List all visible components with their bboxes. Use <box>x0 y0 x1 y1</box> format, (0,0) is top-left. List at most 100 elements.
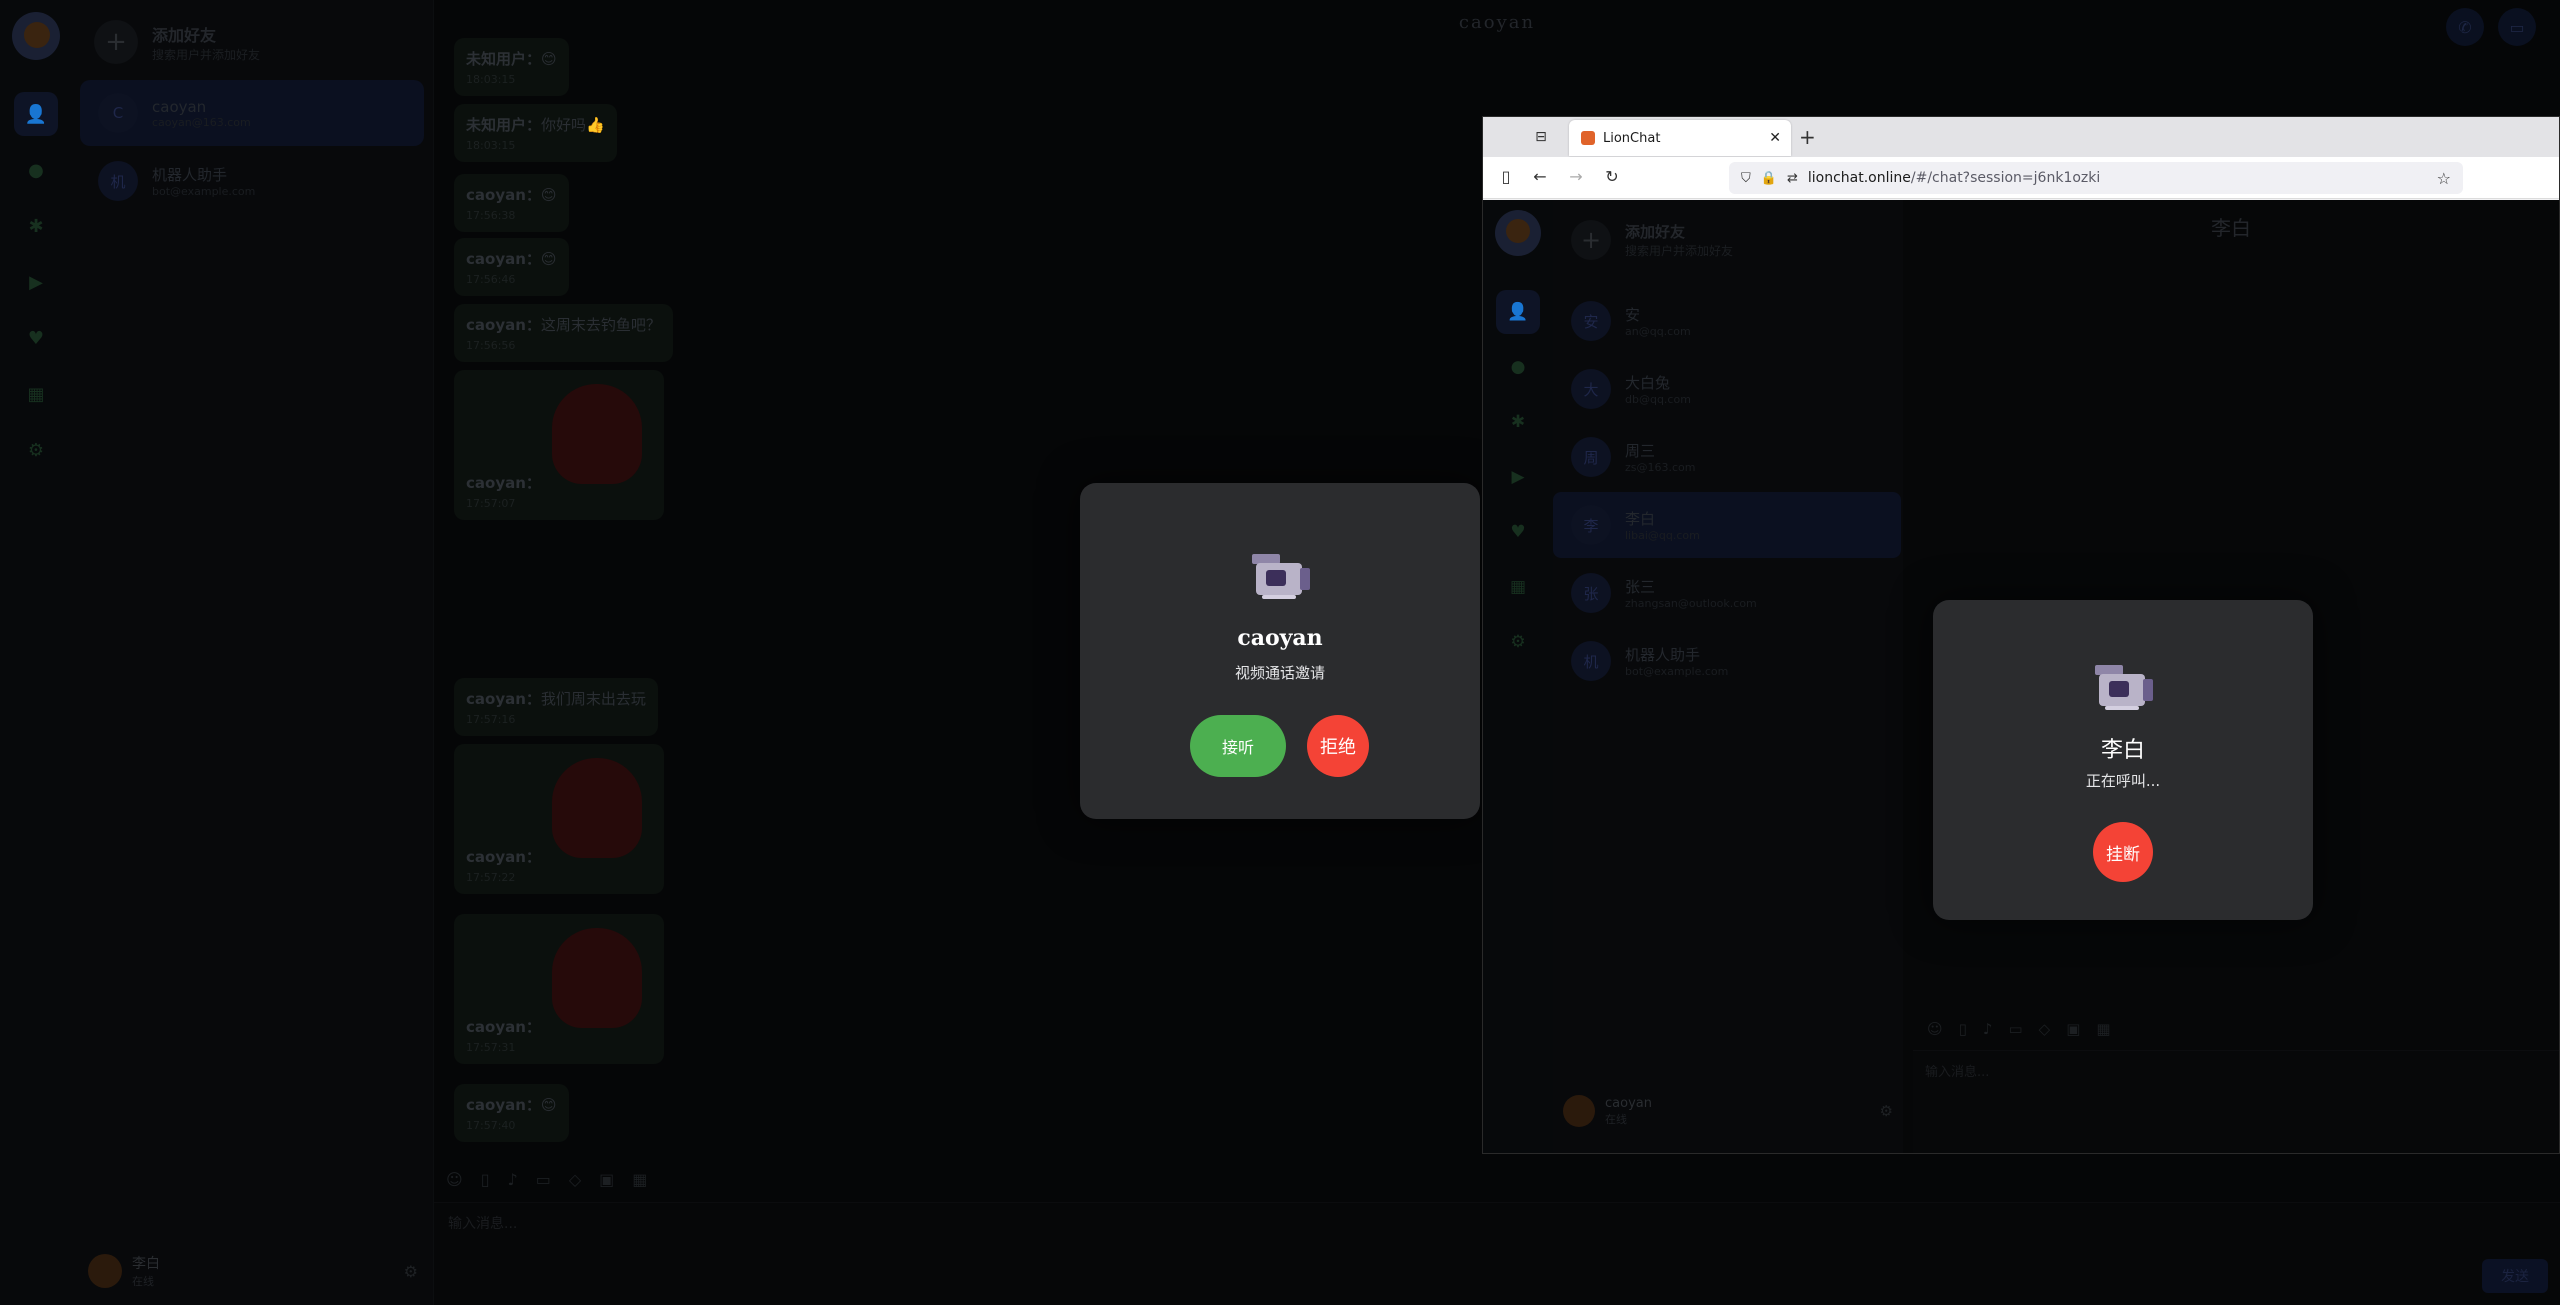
forward-icon[interactable]: → <box>1565 167 1587 186</box>
calendar-icon[interactable]: ▦ <box>2096 1020 2110 1038</box>
current-user-name: 李白 <box>132 1256 160 1272</box>
message-time: 18:03:15 <box>466 139 516 152</box>
message-bubble: caoyan：😊 17:56:46 <box>454 238 569 296</box>
favicon-icon <box>1581 131 1595 145</box>
plus-icon: + <box>1571 220 1611 260</box>
nav-play-icon[interactable]: ▶ <box>14 260 58 304</box>
browser-tab[interactable]: LionChat ✕ <box>1569 120 1791 156</box>
message-sender: caoyan： <box>466 316 541 334</box>
video-icon[interactable]: ▭ <box>2008 1020 2022 1038</box>
video-call-icon[interactable]: ▭ <box>2498 8 2536 46</box>
nav-calendar-icon[interactable]: ▦ <box>14 372 58 416</box>
add-friend-button[interactable]: + 添加好友 搜索用户并添加好友 <box>1571 220 1733 260</box>
nav-contacts-icon[interactable]: 👤 <box>14 92 58 136</box>
lock-icon[interactable]: 🔒 <box>1761 171 1777 186</box>
message-sender: caoyan： <box>466 690 541 708</box>
contact-email: zhangsan@outlook.com <box>1625 597 1757 610</box>
nav-settings-icon[interactable]: ⚙ <box>14 428 58 472</box>
message-bubble: caoyan：😊 17:57:40 <box>454 1084 569 1142</box>
contact-item[interactable]: 机 机器人助手 bot@example.com <box>1553 628 1901 694</box>
add-friend-button[interactable]: + 添加好友 搜索用户并添加好友 <box>94 20 260 64</box>
tag-icon[interactable]: ◇ <box>569 1170 581 1189</box>
current-user-status: 在线 <box>1605 1112 1627 1126</box>
reject-call-button[interactable]: 拒绝 <box>1307 715 1369 777</box>
image-icon[interactable]: ▣ <box>2066 1020 2080 1038</box>
app-logo <box>1495 210 1541 256</box>
sticker-message: caoyan： 17:57:07 <box>454 370 664 520</box>
contact-email: bot@example.com <box>152 185 256 198</box>
bookmark-star-icon[interactable]: ☆ <box>2437 169 2451 188</box>
contact-item[interactable]: 周 周三 zs@163.com <box>1553 424 1901 490</box>
current-user: 李白在线 ⚙ <box>88 1253 418 1289</box>
chat-title: 李白 <box>2211 216 2251 240</box>
gear-icon[interactable]: ⚙ <box>404 1262 418 1281</box>
nav-robot-icon[interactable]: ● <box>1496 345 1540 389</box>
microphone-icon[interactable]: ♪ <box>1983 1020 1993 1038</box>
emoji-icon[interactable]: ☺ <box>446 1170 463 1189</box>
contact-name: 安 <box>1625 306 1641 324</box>
image-icon[interactable]: ▣ <box>599 1170 614 1189</box>
message-composer[interactable]: 输入消息... <box>1913 1050 2559 1153</box>
browser-viewport: 👤 ● ✱ ▶ ♥ ▦ ⚙ + 添加好友 搜索用户并添加好友 安 安 an@qq.c… <box>1483 200 2559 1153</box>
file-icon[interactable]: ▯ <box>1959 1020 1967 1038</box>
close-tab-icon[interactable]: ✕ <box>1769 130 1781 146</box>
nav-robot-icon[interactable]: ● <box>14 148 58 192</box>
chat-title: caoyan <box>1458 12 1536 33</box>
nav-settings-icon[interactable]: ⚙ <box>1496 620 1540 664</box>
calendar-icon[interactable]: ▦ <box>632 1170 647 1189</box>
message-text: 我们周末出去玩 <box>540 690 646 708</box>
message-composer[interactable]: 输入消息... 发送 <box>434 1202 2560 1305</box>
sticker-message: caoyan： 17:57:31 <box>454 914 664 1064</box>
nav-heart-icon[interactable]: ♥ <box>14 316 58 360</box>
address-bar[interactable]: ⛉ 🔒 ⇄ lionchat.online/#/chat?session=j6n… <box>1729 162 2463 194</box>
message-time: 17:56:46 <box>466 273 516 286</box>
avatar: 周 <box>1571 437 1611 477</box>
message-text: 这周末去钓鱼吧？ <box>540 316 661 334</box>
gear-icon[interactable]: ⚙ <box>1880 1102 1893 1120</box>
file-icon[interactable]: ▯ <box>481 1170 490 1189</box>
nav-pinwheel-icon[interactable]: ✱ <box>1496 400 1540 444</box>
browser-toolbar: ▯ ← → ↻ ⛉ 🔒 ⇄ lionchat.online/#/chat?ses… <box>1483 157 2559 199</box>
contact-item[interactable]: C caoyan caoyan@163.com <box>80 80 424 146</box>
voice-call-icon[interactable]: ✆ <box>2446 8 2484 46</box>
tab-list-icon[interactable]: ⊟ <box>1531 128 1551 146</box>
current-user-status: 在线 <box>132 1275 154 1288</box>
contact-item[interactable]: 大 大白兔 db@qq.com <box>1553 356 1901 422</box>
nav-pinwheel-icon[interactable]: ✱ <box>14 204 58 248</box>
nav-calendar-icon[interactable]: ▦ <box>1496 565 1540 609</box>
contact-item[interactable]: 安 安 an@qq.com <box>1553 288 1901 354</box>
hangup-button[interactable]: 挂断 <box>2093 822 2153 882</box>
message-text: 😊 <box>540 1096 557 1114</box>
avatar: 机 <box>98 161 138 201</box>
shield-icon[interactable]: ⛉ <box>1741 171 1751 186</box>
tag-icon[interactable]: ◇ <box>2039 1020 2051 1038</box>
message-bubble: caoyan：我们周末出去玩 17:57:16 <box>454 678 658 736</box>
contact-name: 机器人助手 <box>1625 646 1701 664</box>
back-icon[interactable]: ← <box>1529 167 1551 186</box>
nav-rail: 👤 ● ✱ ▶ ♥ ▦ ⚙ <box>1483 200 1553 1153</box>
avatar: 机 <box>1571 641 1611 681</box>
call-type-label: 视频通话邀请 <box>1234 664 1325 682</box>
contact-item[interactable]: 李 李白 libai@qq.com <box>1553 492 1901 558</box>
permissions-icon[interactable]: ⇄ <box>1787 171 1798 186</box>
composer-placeholder: 输入消息... <box>1925 1065 1990 1080</box>
contact-name: 张三 <box>1625 578 1656 596</box>
nav-contacts-icon[interactable]: 👤 <box>1496 290 1540 334</box>
reload-icon[interactable]: ↻ <box>1601 167 1623 186</box>
nav-play-icon[interactable]: ▶ <box>1496 455 1540 499</box>
microphone-icon[interactable]: ♪ <box>508 1170 518 1189</box>
avatar: C <box>98 93 138 133</box>
contact-name: 周三 <box>1625 442 1656 460</box>
new-tab-icon[interactable]: + <box>1799 125 1816 149</box>
nav-heart-icon[interactable]: ♥ <box>1496 510 1540 554</box>
accept-call-button[interactable]: 接听 <box>1190 715 1286 777</box>
send-button[interactable]: 发送 <box>2482 1259 2548 1293</box>
video-icon[interactable]: ▭ <box>536 1170 551 1189</box>
contact-item[interactable]: 张 张三 zhangsan@outlook.com <box>1553 560 1901 626</box>
emoji-icon[interactable]: ☺ <box>1927 1020 1943 1038</box>
avatar <box>88 1254 122 1288</box>
message-time: 17:56:38 <box>466 209 516 222</box>
sidebar-toggle-icon[interactable]: ▯ <box>1495 167 1517 186</box>
add-friend-title: 添加好友 <box>152 25 217 45</box>
contact-item[interactable]: 机 机器人助手 bot@example.com <box>80 148 424 214</box>
